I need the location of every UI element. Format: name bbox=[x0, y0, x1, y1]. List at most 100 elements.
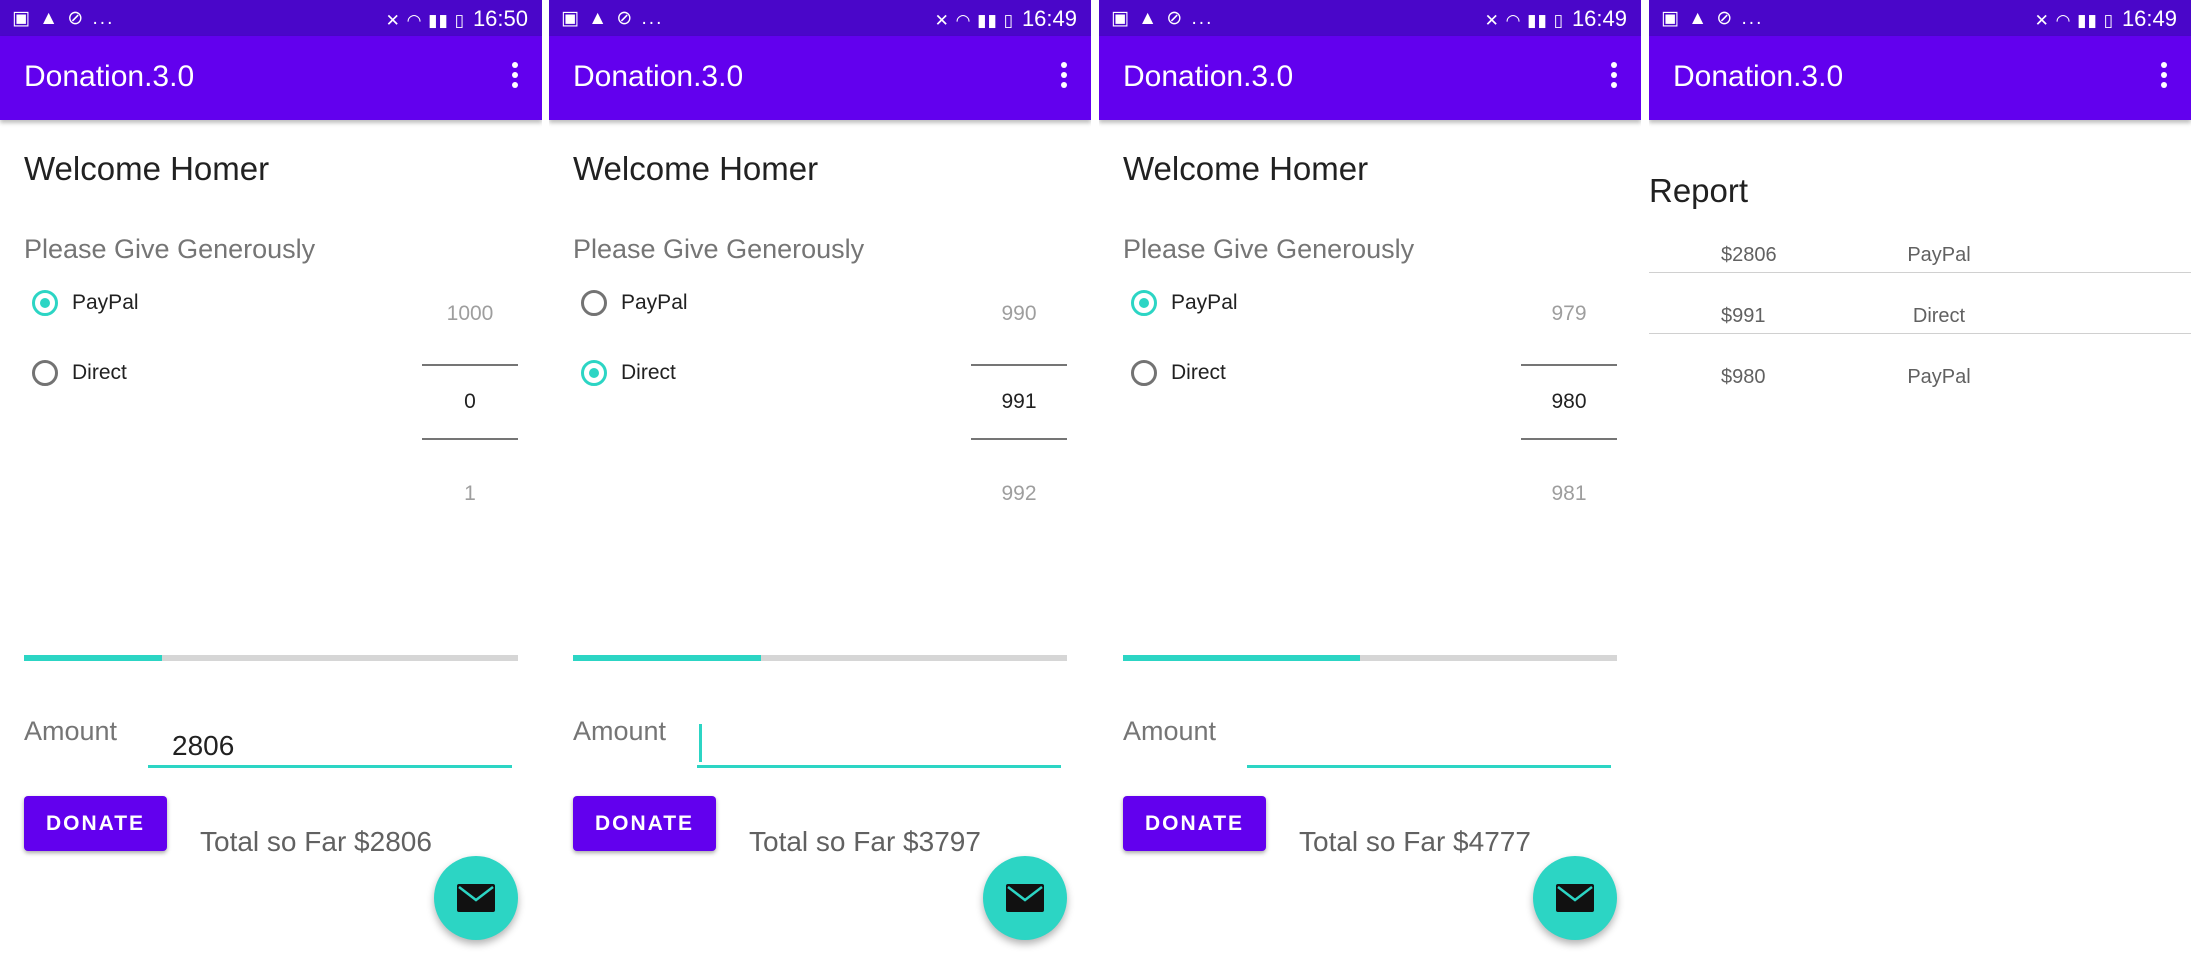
app-title: Donation.3.0 bbox=[573, 60, 744, 93]
give-prompt: Please Give Generously bbox=[1123, 234, 1415, 264]
total-so-far: Total so Far $2806 bbox=[200, 826, 432, 857]
overflow-menu-icon[interactable] bbox=[1609, 62, 1619, 92]
amount-picker[interactable]: 1000 0 1 bbox=[422, 290, 518, 510]
radio-button[interactable] bbox=[1131, 360, 1157, 386]
status-bar: ▣ ▲ ⊘ ... ✕ ◠ ▮▮ ▯ 16:49 bbox=[549, 0, 1091, 36]
clock: 16:49 bbox=[1021, 6, 1077, 31]
status-right: ✕ ◠ ▮▮ ▯ 16:49 bbox=[935, 6, 1077, 32]
system-icons: ✕ ◠ ▮▮ ▯ bbox=[934, 11, 1014, 30]
picker-divider bbox=[422, 364, 518, 366]
total-so-far: Total so Far $4777 bbox=[1299, 826, 1531, 857]
app-bar: Donation.3.0 bbox=[0, 36, 542, 120]
report-amount: $980 bbox=[1721, 366, 1766, 388]
input-underline bbox=[697, 765, 1061, 768]
radio-label: Direct bbox=[72, 361, 127, 384]
status-right: ✕ ◠ ▮▮ ▯ 16:50 bbox=[386, 6, 528, 32]
radio-label: PayPal bbox=[1171, 291, 1238, 314]
overflow-menu-icon[interactable] bbox=[2159, 62, 2169, 92]
email-icon bbox=[1006, 884, 1044, 912]
give-prompt: Please Give Generously bbox=[573, 234, 865, 264]
status-bar: ▣ ▲ ⊘ ... ✕ ◠ ▮▮ ▯ 16:50 bbox=[0, 0, 542, 36]
clock: 16:49 bbox=[2121, 6, 2177, 31]
welcome-text: Welcome Homer bbox=[24, 150, 270, 187]
status-bar: ▣ ▲ ⊘ ... ✕ ◠ ▮▮ ▯ 16:49 bbox=[1649, 0, 2191, 36]
status-right: ✕ ◠ ▮▮ ▯ 16:49 bbox=[1485, 6, 1627, 32]
give-prompt: Please Give Generously bbox=[24, 234, 316, 264]
picker-current-value[interactable]: 980 bbox=[1521, 390, 1617, 414]
progress-fill bbox=[1123, 655, 1361, 661]
overflow-menu-icon[interactable] bbox=[510, 62, 520, 92]
radio-button[interactable] bbox=[32, 360, 58, 386]
report-row[interactable]: $2806 PayPal bbox=[1649, 230, 2191, 290]
notification-icons: ▣ ▲ ⊘ ... bbox=[561, 8, 664, 29]
picker-current-value[interactable]: 991 bbox=[971, 390, 1067, 414]
picker-divider bbox=[1521, 364, 1617, 366]
amount-label: Amount bbox=[573, 716, 667, 746]
picker-divider bbox=[971, 364, 1067, 366]
picker-divider bbox=[1521, 438, 1617, 440]
clock: 16:49 bbox=[1571, 6, 1627, 31]
welcome-text: Welcome Homer bbox=[1123, 150, 1369, 187]
donate-screen-2: ▣ ▲ ⊘ ... ✕ ◠ ▮▮ ▯ 16:49 Donation.3.0 Wel… bbox=[549, 0, 1091, 960]
picker-prev-value[interactable]: 979 bbox=[1521, 302, 1617, 326]
progress-fill bbox=[573, 655, 761, 661]
amount-picker[interactable]: 979 980 981 bbox=[1521, 290, 1617, 510]
total-so-far: Total so Far $3797 bbox=[749, 826, 981, 857]
report-method: Direct bbox=[1912, 305, 1966, 327]
picker-divider bbox=[971, 438, 1067, 440]
picker-next-value[interactable]: 992 bbox=[971, 482, 1067, 506]
text-cursor bbox=[699, 724, 702, 762]
email-icon bbox=[1556, 884, 1594, 912]
notification-icons: ▣ ▲ ⊘ ... bbox=[1661, 8, 1764, 29]
row-divider bbox=[1649, 272, 2191, 273]
amount-picker[interactable]: 990 991 992 bbox=[971, 290, 1067, 510]
radio-button-checked[interactable] bbox=[32, 290, 58, 316]
donation-progress-bar bbox=[573, 655, 1067, 661]
app-bar: Donation.3.0 bbox=[1099, 36, 1641, 120]
picker-prev-value[interactable]: 990 bbox=[971, 302, 1067, 326]
donation-progress-bar bbox=[1123, 655, 1617, 661]
radio-button-checked[interactable] bbox=[1131, 290, 1157, 316]
report-method: PayPal bbox=[1907, 366, 1971, 388]
email-fab-button[interactable] bbox=[983, 856, 1067, 940]
email-fab-button[interactable] bbox=[1533, 856, 1617, 940]
app-title: Donation.3.0 bbox=[1123, 60, 1294, 93]
amount-input[interactable]: 2806 bbox=[148, 718, 512, 768]
amount-input[interactable] bbox=[697, 718, 1061, 768]
status-bar: ▣ ▲ ⊘ ... ✕ ◠ ▮▮ ▯ 16:49 bbox=[1099, 0, 1641, 36]
picker-divider bbox=[422, 438, 518, 440]
donate-button[interactable]: DONATE bbox=[573, 796, 716, 851]
report-row[interactable]: $991 Direct bbox=[1649, 291, 2191, 351]
clock: 16:50 bbox=[472, 6, 528, 31]
radio-label: PayPal bbox=[621, 291, 688, 314]
donation-progress-bar bbox=[24, 655, 518, 661]
app-title: Donation.3.0 bbox=[24, 60, 195, 93]
radio-button[interactable] bbox=[581, 290, 607, 316]
report-title: Report bbox=[1649, 172, 1749, 209]
overflow-menu-icon[interactable] bbox=[1059, 62, 1069, 92]
email-fab-button[interactable] bbox=[434, 856, 518, 940]
notification-icons: ▣ ▲ ⊘ ... bbox=[12, 8, 115, 29]
report-amount: $991 bbox=[1721, 305, 1766, 327]
app-title: Donation.3.0 bbox=[1673, 60, 1844, 93]
picker-current-value[interactable]: 0 bbox=[422, 390, 518, 414]
donate-screen-3: ▣ ▲ ⊘ ... ✕ ◠ ▮▮ ▯ 16:49 Donation.3.0 Wel… bbox=[1099, 0, 1641, 960]
picker-next-value[interactable]: 1 bbox=[422, 482, 518, 506]
amount-input-value[interactable]: 2806 bbox=[172, 730, 234, 762]
donate-button[interactable]: DONATE bbox=[24, 796, 167, 851]
radio-button-checked[interactable] bbox=[581, 360, 607, 386]
app-bar: Donation.3.0 bbox=[549, 36, 1091, 120]
donate-button[interactable]: DONATE bbox=[1123, 796, 1266, 851]
input-underline bbox=[1247, 765, 1611, 768]
picker-next-value[interactable]: 981 bbox=[1521, 482, 1617, 506]
radio-label: Direct bbox=[1171, 361, 1226, 384]
row-divider bbox=[1649, 333, 2191, 334]
welcome-text: Welcome Homer bbox=[573, 150, 819, 187]
picker-prev-value[interactable]: 1000 bbox=[422, 302, 518, 326]
amount-input[interactable] bbox=[1247, 718, 1611, 768]
amount-label: Amount bbox=[1123, 716, 1217, 746]
report-row[interactable]: $980 PayPal bbox=[1649, 352, 2191, 412]
input-underline bbox=[148, 765, 512, 768]
amount-label: Amount bbox=[24, 716, 118, 746]
radio-label: Direct bbox=[621, 361, 676, 384]
